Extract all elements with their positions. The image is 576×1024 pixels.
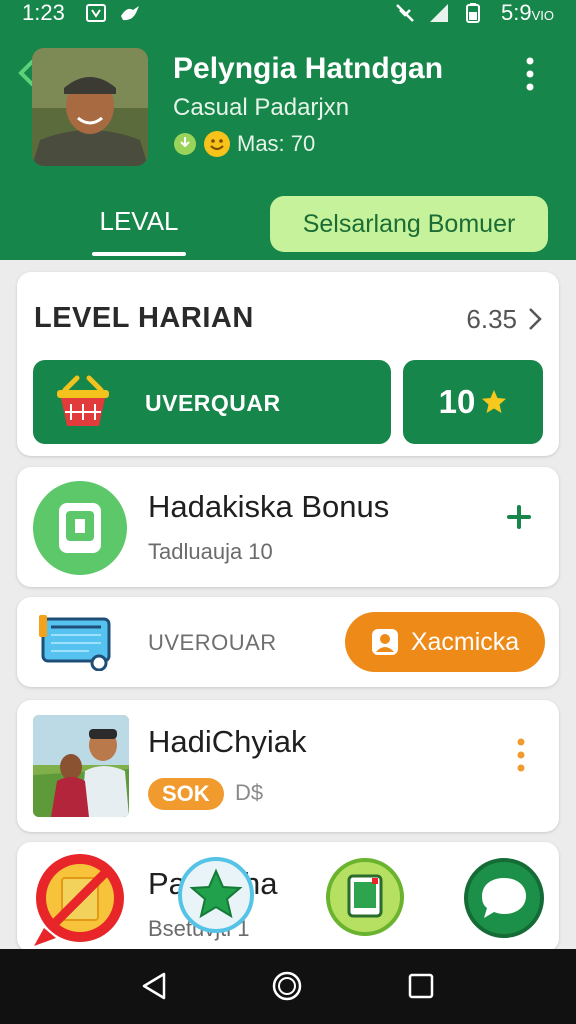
action-pill-button[interactable]: Selsarlang Bomuer bbox=[270, 196, 548, 252]
smiley-icon bbox=[204, 131, 230, 157]
status-right-icons bbox=[394, 2, 484, 24]
bonus-card[interactable]: Hadakiska Bonus Tadluauja 10 bbox=[17, 467, 559, 587]
device-fab[interactable] bbox=[326, 858, 404, 936]
badge-icon bbox=[174, 133, 196, 155]
profile-meta: Mas: 70 bbox=[173, 130, 315, 158]
profile-subtitle: Casual Padarjxn bbox=[173, 94, 350, 121]
chevron-right-icon[interactable] bbox=[527, 306, 543, 332]
signal-icon bbox=[430, 4, 448, 22]
person-icon bbox=[371, 629, 398, 655]
photo-card[interactable]: HadiChyiak SOK D$ bbox=[17, 700, 559, 832]
profile-meta-text: Mas: 70 bbox=[237, 131, 316, 156]
status-bar: 1:23 5:9VIO bbox=[0, 0, 576, 30]
bonus-subtitle: Tadluauja 10 bbox=[148, 539, 273, 564]
star-count-button[interactable]: 10 bbox=[403, 360, 543, 444]
daily-level-card: LEVEL HARIAN 6.35 UVERQUAR 10 bbox=[17, 272, 559, 456]
ticket-label: UVEROUAR bbox=[148, 630, 277, 655]
photo-title: HadiChyiak bbox=[148, 724, 307, 759]
bonus-icon-circle bbox=[33, 481, 127, 575]
daily-value[interactable]: 6.35 bbox=[466, 304, 517, 335]
tab-level[interactable]: LEVAL bbox=[92, 200, 186, 256]
ticket-action-button[interactable]: Xacmicka bbox=[345, 612, 545, 672]
thumbnail-photo bbox=[33, 715, 129, 817]
system-nav-bar bbox=[0, 949, 576, 1024]
square-recent-icon[interactable] bbox=[406, 971, 436, 1001]
avatar-photo bbox=[32, 48, 148, 166]
chat-bubble-icon bbox=[482, 878, 526, 918]
ticket-action-label: Xacmicka bbox=[410, 627, 520, 656]
battery-icon bbox=[466, 3, 480, 23]
currency-label: D$ bbox=[235, 780, 264, 805]
star-icon bbox=[482, 390, 507, 413]
triangle-back-icon[interactable] bbox=[140, 971, 170, 1001]
daily-title: LEVEL HARIAN bbox=[34, 302, 254, 334]
bird-icon bbox=[121, 6, 139, 21]
kebab-vertical-icon[interactable] bbox=[520, 56, 540, 92]
ticket-card: UVEROUAR Xacmicka bbox=[17, 597, 559, 687]
status-clock-suffix: VIO bbox=[531, 8, 554, 23]
avatar[interactable] bbox=[32, 48, 148, 166]
blocked-ticket-icon bbox=[34, 854, 124, 946]
chat-fab[interactable] bbox=[464, 858, 544, 938]
daily-action-label: UVERQUAR bbox=[145, 390, 281, 416]
phone-icon bbox=[347, 874, 383, 918]
phone-icon bbox=[59, 503, 101, 553]
profile-name: Pelyngia Hatndgan bbox=[173, 52, 444, 85]
status-clock-value: 5:9 bbox=[501, 0, 532, 25]
star-icon bbox=[189, 868, 243, 919]
shopping-basket-icon bbox=[57, 375, 109, 426]
thumbnail-image bbox=[33, 715, 129, 817]
status-left-icons bbox=[85, 2, 141, 24]
status-time: 1:23 bbox=[22, 0, 65, 25]
tab-underline bbox=[92, 252, 186, 256]
bonus-title: Hadakiska Bonus bbox=[148, 489, 390, 524]
status-clock: 5:9VIO bbox=[501, 0, 554, 26]
daily-action-button[interactable]: UVERQUAR bbox=[33, 360, 391, 444]
ticket-icon bbox=[39, 615, 111, 671]
sok-badge: SOK bbox=[148, 778, 224, 810]
star-fab[interactable] bbox=[178, 857, 254, 933]
circle-home-icon[interactable] bbox=[272, 971, 302, 1001]
tab-level-label: LEVAL bbox=[99, 206, 179, 236]
no-network-icon bbox=[396, 4, 414, 22]
no-ticket-fab[interactable] bbox=[34, 852, 126, 946]
media-icon bbox=[86, 4, 106, 22]
star-count: 10 bbox=[438, 383, 476, 420]
plus-icon[interactable] bbox=[507, 505, 531, 529]
kebab-vertical-icon[interactable] bbox=[517, 738, 525, 772]
